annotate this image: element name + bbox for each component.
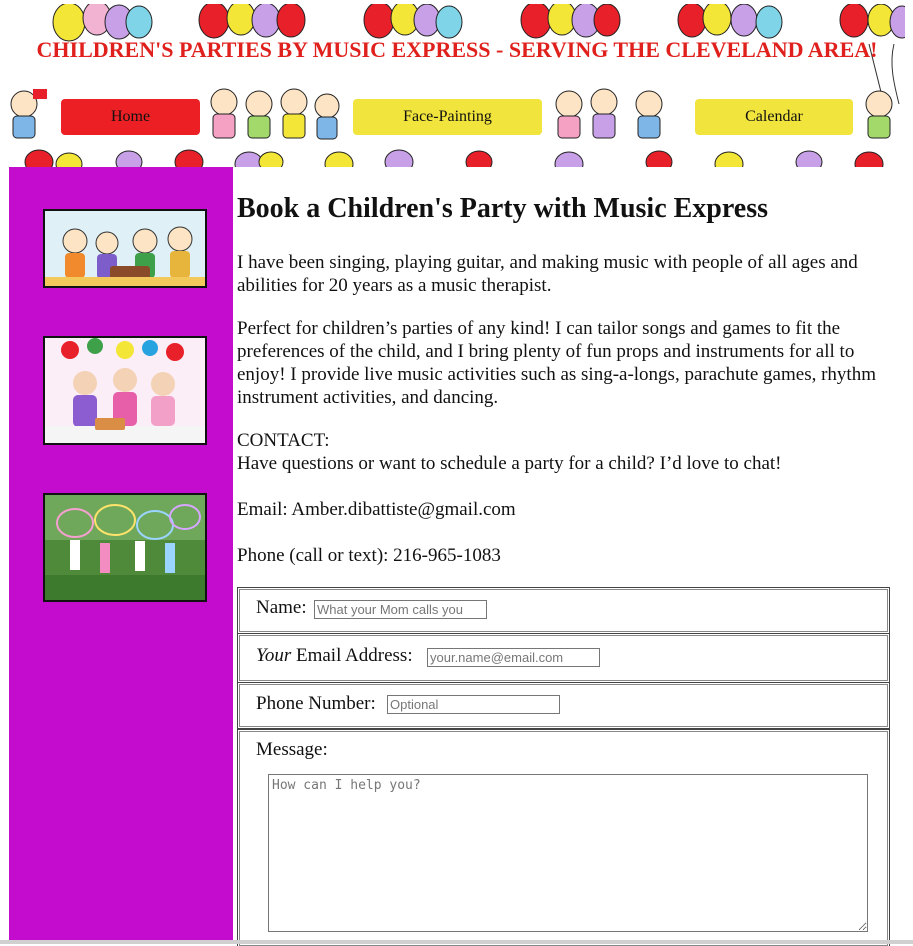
header-banner: CHILDREN'S PARTIES BY MUSIC EXPRESS - SE… bbox=[9, 4, 905, 167]
party-photo-cartoon-kids bbox=[43, 209, 207, 288]
contact-text: Have questions or want to schedule a par… bbox=[237, 453, 782, 474]
party-photo-girls-celebrating bbox=[43, 336, 207, 445]
name-label: Name: bbox=[256, 597, 307, 618]
form-row-email: Your Email Address: bbox=[237, 633, 890, 683]
nav-calendar-button[interactable]: Calendar bbox=[695, 99, 853, 135]
contact-heading: CONTACT: bbox=[237, 430, 330, 451]
form-row-message: Message: bbox=[237, 729, 890, 946]
nav-home-button[interactable]: Home bbox=[61, 99, 200, 135]
nav-face-painting-button[interactable]: Face-Painting bbox=[353, 99, 542, 135]
contact-section: CONTACT: Have questions or want to sched… bbox=[237, 429, 903, 475]
name-input[interactable] bbox=[314, 600, 487, 619]
phone-line: Phone (call or text): 216-965-1083 bbox=[237, 545, 501, 566]
email-line: Email: Amber.dibattiste@gmail.com bbox=[237, 499, 516, 520]
email-label-emphasis: Your bbox=[256, 645, 292, 666]
email-input[interactable] bbox=[427, 648, 600, 667]
intro-paragraph: I have been singing, playing guitar, and… bbox=[237, 252, 858, 296]
email-label: Your Email Address: bbox=[256, 645, 413, 667]
form-row-name: Name: bbox=[237, 587, 890, 634]
phone-label: Phone Number: bbox=[256, 693, 376, 714]
sidebar bbox=[9, 167, 233, 944]
email-label-text: Email Address: bbox=[291, 645, 413, 666]
services-paragraph: Perfect for children’s parties of any ki… bbox=[237, 318, 876, 408]
phone-input[interactable] bbox=[387, 695, 560, 714]
page-title: Book a Children's Party with Music Expre… bbox=[237, 193, 769, 224]
message-textarea[interactable] bbox=[268, 774, 868, 932]
message-label: Message: bbox=[256, 739, 328, 760]
window-bottom-edge bbox=[0, 940, 913, 944]
balloons-and-kids-banner bbox=[10, 4, 905, 167]
party-photo-kids-hula-hoops bbox=[43, 493, 207, 602]
main-content: Book a Children's Party with Music Expre… bbox=[237, 190, 903, 566]
form-row-phone: Phone Number: bbox=[237, 682, 890, 729]
site-title: CHILDREN'S PARTIES BY MUSIC EXPRESS - SE… bbox=[36, 37, 878, 62]
